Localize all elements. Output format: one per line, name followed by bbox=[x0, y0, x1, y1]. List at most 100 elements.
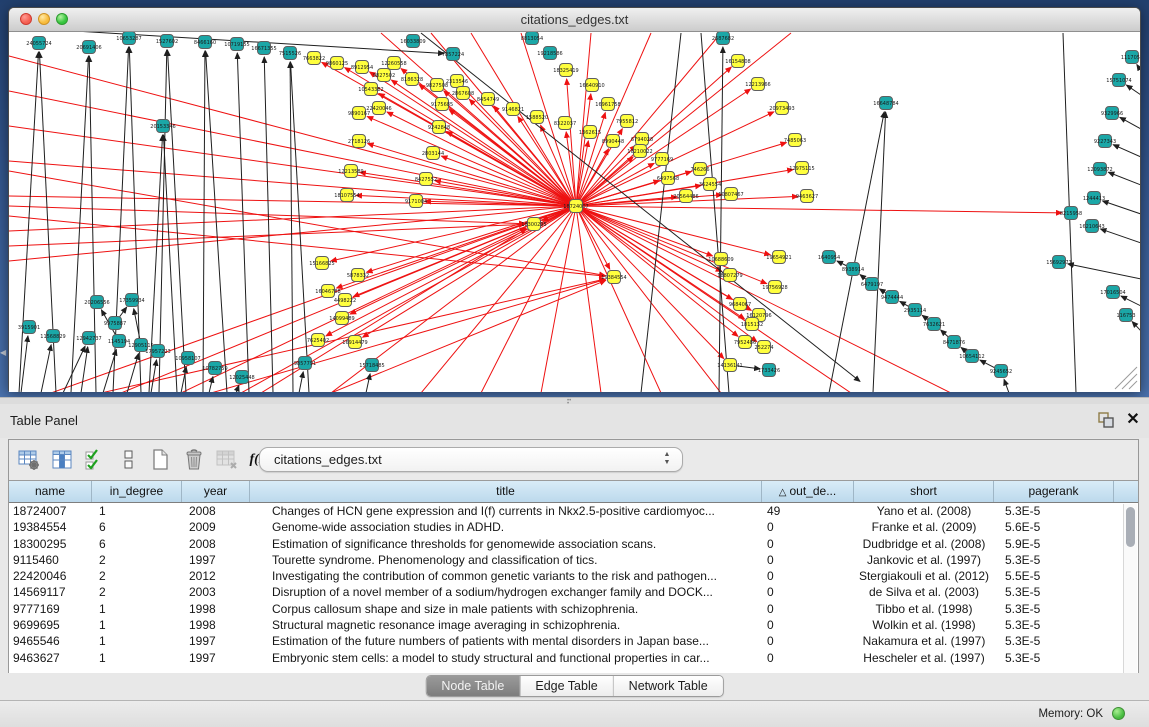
graph-edge[interactable] bbox=[236, 385, 239, 392]
graph-edge[interactable] bbox=[581, 33, 791, 202]
close-panel-icon[interactable]: ✕ bbox=[1124, 410, 1142, 430]
table-row[interactable]: 1872400712008Changes of HCN gene express… bbox=[9, 503, 1138, 519]
table-cell[interactable]: 2 bbox=[92, 568, 182, 584]
table-cell[interactable]: 5.3E-5 bbox=[994, 601, 1114, 617]
graph-edge[interactable] bbox=[581, 210, 738, 336]
table-row[interactable]: 1938455462009Genome-wide association stu… bbox=[9, 519, 1138, 535]
table-cell[interactable]: 1997 bbox=[182, 552, 250, 568]
network-window[interactable]: citations_edges.txt 24055724206914061065… bbox=[8, 7, 1141, 391]
graph-edge[interactable] bbox=[237, 53, 249, 392]
table-cell[interactable]: Estimation of the future numbers of pati… bbox=[250, 633, 762, 649]
table-cell[interactable]: 0 bbox=[762, 601, 854, 617]
graph-edge[interactable] bbox=[9, 126, 569, 205]
table-cell[interactable]: 22420046 bbox=[9, 568, 92, 584]
graph-edge[interactable] bbox=[181, 228, 526, 392]
table-cell[interactable]: 1998 bbox=[182, 601, 250, 617]
table-cell[interactable]: Estimation of significance thresholds fo… bbox=[250, 536, 762, 552]
graph-edge[interactable] bbox=[264, 57, 273, 392]
graph-edge[interactable] bbox=[9, 91, 569, 205]
table-cell[interactable]: Wolkin et al. (1998) bbox=[854, 617, 994, 633]
graph-edge[interactable] bbox=[1068, 264, 1140, 279]
tab-network-table[interactable]: Network Table bbox=[613, 676, 723, 696]
delete-table-button[interactable] bbox=[214, 447, 240, 473]
graph-edge[interactable] bbox=[241, 209, 570, 392]
table-cell[interactable]: Changes of HCN gene expression and I(f) … bbox=[250, 503, 762, 519]
graph-edge[interactable] bbox=[1126, 85, 1140, 95]
table-cell[interactable]: 0 bbox=[762, 617, 854, 633]
table-row[interactable]: 1456911722003Disruption of a novel membe… bbox=[9, 584, 1138, 600]
graph-edge[interactable] bbox=[41, 345, 51, 392]
table-cell[interactable]: Yano et al. (2008) bbox=[854, 503, 994, 519]
table-cell[interactable]: Stergiakouli et al. (2012) bbox=[854, 568, 994, 584]
graph-edge[interactable] bbox=[151, 360, 157, 392]
table-row[interactable]: 1830029562008Estimation of significance … bbox=[9, 536, 1138, 552]
row-height-button[interactable] bbox=[115, 447, 141, 473]
table-cell[interactable]: 1997 bbox=[182, 650, 250, 666]
table-cell[interactable]: 9465546 bbox=[9, 633, 92, 649]
graph-edge[interactable] bbox=[9, 206, 525, 224]
table-row[interactable]: 977716911998Corpus callosum shape and si… bbox=[9, 601, 1138, 617]
graph-edge[interactable] bbox=[577, 213, 601, 392]
table-cell[interactable]: 14569117 bbox=[9, 584, 92, 600]
table-cell[interactable]: 0 bbox=[762, 519, 854, 535]
table-cell[interactable]: 2 bbox=[92, 584, 182, 600]
graph-edge[interactable] bbox=[1120, 117, 1140, 129]
table-cell[interactable]: Disruption of a novel member of a sodium… bbox=[250, 584, 762, 600]
table-cell[interactable]: 19384554 bbox=[9, 519, 92, 535]
network-graph[interactable]: 2405572420691406106532871527602846616010… bbox=[9, 32, 1140, 392]
table-cell[interactable]: 1998 bbox=[182, 617, 250, 633]
graph-edge[interactable] bbox=[541, 213, 575, 392]
column-header-title[interactable]: title bbox=[250, 481, 762, 502]
float-panel-icon[interactable] bbox=[1098, 412, 1115, 429]
table-cell[interactable]: 6 bbox=[92, 519, 182, 535]
tab-edge-table[interactable]: Edge Table bbox=[519, 676, 612, 696]
table-cell[interactable]: 0 bbox=[762, 584, 854, 600]
graph-edge[interactable] bbox=[9, 161, 569, 205]
graph-edge[interactable] bbox=[1108, 172, 1140, 185]
graph-edge[interactable] bbox=[880, 289, 887, 293]
graph-edge[interactable] bbox=[1137, 65, 1140, 71]
table-cell[interactable]: 0 bbox=[762, 633, 854, 649]
table-cell[interactable]: 5.3E-5 bbox=[994, 552, 1114, 568]
column-header-in_degree[interactable]: in_degree bbox=[92, 481, 182, 502]
graph-edge[interactable] bbox=[583, 208, 770, 255]
graph-edge[interactable] bbox=[449, 109, 570, 201]
graph-edge[interactable] bbox=[941, 330, 949, 337]
graph-edge[interactable] bbox=[582, 209, 721, 271]
graph-edge[interactable] bbox=[1121, 296, 1140, 306]
table-cell[interactable]: 2009 bbox=[182, 519, 250, 535]
table-cell[interactable]: Investigating the contribution of common… bbox=[250, 568, 762, 584]
table-row[interactable]: 946554611997Estimation of the future num… bbox=[9, 633, 1138, 649]
graph-edge[interactable] bbox=[9, 196, 569, 206]
graph-edge[interactable] bbox=[900, 301, 909, 306]
table-cell[interactable]: 9115460 bbox=[9, 552, 92, 568]
table-cell[interactable]: Tibbo et al. (1998) bbox=[854, 601, 994, 617]
column-header-year[interactable]: year bbox=[182, 481, 250, 502]
tab-node-table[interactable]: Node Table bbox=[426, 676, 519, 696]
table-cell[interactable]: 1997 bbox=[182, 633, 250, 649]
graph-edge[interactable] bbox=[1132, 322, 1140, 331]
graph-edge[interactable] bbox=[577, 33, 591, 199]
column-header-out_de[interactable]: △out_de... bbox=[762, 481, 854, 502]
graph-edge[interactable] bbox=[203, 51, 205, 392]
new-table-button[interactable] bbox=[148, 447, 174, 473]
split-pane-divider[interactable]: ••• bbox=[0, 397, 1149, 404]
table-cell[interactable]: 1 bbox=[92, 633, 182, 649]
table-row[interactable]: 911546021997Tourette syndrome. Phenomeno… bbox=[9, 552, 1138, 568]
graph-edge[interactable] bbox=[719, 47, 723, 392]
graph-edge[interactable] bbox=[366, 374, 370, 392]
table-cell[interactable]: Franke et al. (2009) bbox=[854, 519, 994, 535]
graph-edge[interactable] bbox=[19, 52, 38, 392]
table-settings-button[interactable] bbox=[16, 447, 42, 473]
column-header-pagerank[interactable]: pagerank bbox=[994, 481, 1114, 502]
table-row[interactable]: 969969511998Structural magnetic resonanc… bbox=[9, 617, 1138, 633]
graph-edge[interactable] bbox=[367, 117, 569, 204]
table-cell[interactable]: 5.9E-5 bbox=[994, 536, 1114, 552]
sidebar-collapse-icon[interactable]: ◀ bbox=[0, 348, 7, 358]
table-cell[interactable]: Embryonic stem cells: a model to study s… bbox=[250, 650, 762, 666]
table-cell[interactable]: 9777169 bbox=[9, 601, 92, 617]
graph-edge[interactable] bbox=[1101, 229, 1140, 243]
table-cell[interactable]: 18300295 bbox=[9, 536, 92, 552]
table-cell[interactable]: 2008 bbox=[182, 536, 250, 552]
table-cell[interactable]: 1 bbox=[92, 650, 182, 666]
